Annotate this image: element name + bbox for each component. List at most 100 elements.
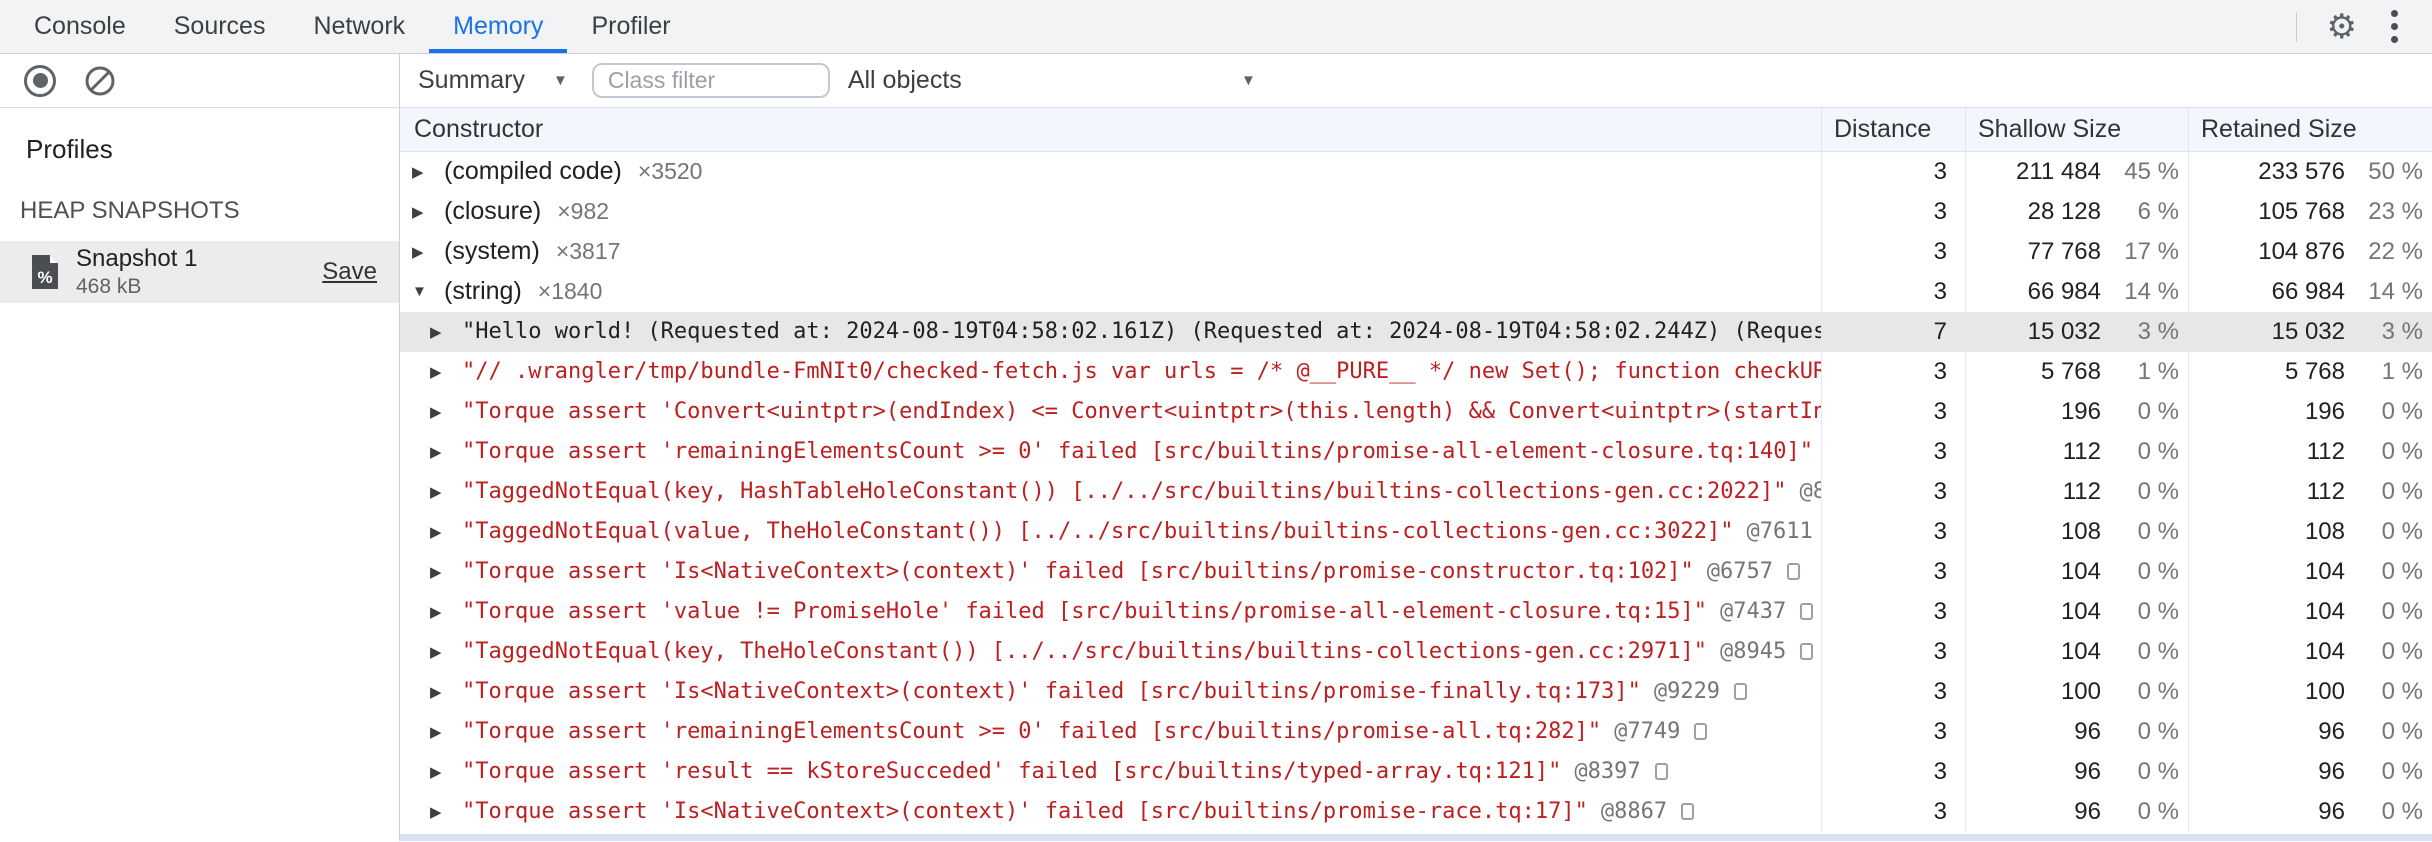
distance-value: 3 — [1933, 157, 1947, 185]
shallow-size-cell: 112 0 % — [1965, 471, 2188, 512]
retainers-splitter[interactable] — [400, 833, 2432, 841]
expander-icon[interactable]: ▶ — [430, 563, 462, 581]
table-row[interactable]: ▶ (system) ×3817 3 77 768 17 % 104 876 2… — [400, 231, 2432, 272]
string-preview: "TaggedNotEqual(value, TheHoleConstant()… — [462, 519, 1734, 545]
table-row[interactable]: ▶ "Hello world! (Requested at: 2024-08-1… — [400, 311, 2432, 352]
table-row[interactable]: ▶ "Torque assert 'remainingElementsCount… — [400, 431, 2432, 472]
expander-icon[interactable]: ▶ — [430, 763, 462, 781]
reveal-object-icon[interactable] — [1681, 803, 1695, 821]
column-header-constructor[interactable]: Constructor — [400, 108, 1821, 151]
retained-size-cell: 112 0 % — [2188, 431, 2432, 472]
table-row[interactable]: ▶ "Torque assert 'Is<NativeContext>(cont… — [400, 551, 2432, 592]
table-row[interactable]: ▶ "Torque assert 'Is<NativeContext>(cont… — [400, 791, 2432, 832]
expander-icon[interactable]: ▶ — [430, 363, 462, 381]
reveal-object-icon[interactable] — [1787, 563, 1801, 581]
expander-icon[interactable]: ▶ — [412, 243, 444, 261]
object-scope-select[interactable]: All objects ▼ — [848, 66, 1256, 95]
table-row[interactable]: ▶ "TaggedNotEqual(key, HashTableHoleCons… — [400, 471, 2432, 512]
retained-size-percent: 0 % — [2381, 757, 2423, 785]
instance-count: ×982 — [557, 198, 610, 225]
shallow-size-value: 77 768 — [2027, 237, 2101, 265]
reveal-object-icon[interactable] — [1734, 683, 1748, 701]
table-row[interactable]: ▶ "TaggedNotEqual(key, TheHoleConstant()… — [400, 631, 2432, 672]
retained-size-value: 112 — [2306, 477, 2345, 505]
distance-value: 3 — [1933, 597, 1947, 625]
distance-cell: 3 — [1821, 271, 1965, 312]
expander-icon[interactable]: ▶ — [430, 403, 462, 421]
shallow-size-cell: 28 128 6 % — [1965, 191, 2188, 232]
expander-icon[interactable]: ▶ — [430, 683, 462, 701]
tab-sources[interactable]: Sources — [150, 0, 290, 53]
expander-icon[interactable]: ▼ — [412, 283, 444, 300]
table-row[interactable]: ▶ "Torque assert 'result == kStoreSucced… — [400, 751, 2432, 792]
retained-size-percent: 0 % — [2381, 797, 2423, 825]
retained-size-cell: 5 768 1 % — [2188, 351, 2432, 392]
table-row[interactable]: ▶ "TaggedNotEqual(value, TheHoleConstant… — [400, 511, 2432, 552]
tab-console[interactable]: Console — [10, 0, 150, 53]
expander-icon[interactable]: ▶ — [412, 203, 444, 221]
string-preview: "Torque assert 'Is<NativeContext>(contex… — [462, 559, 1694, 585]
expander-icon[interactable]: ▶ — [430, 323, 462, 341]
instance-count: ×1840 — [537, 278, 603, 305]
constructor-cell: ▶ "Torque assert 'Convert<uintptr>(endIn… — [400, 392, 1821, 432]
distance-value: 3 — [1933, 437, 1947, 465]
table-row[interactable]: ▶ "Torque assert 'value != PromiseHole' … — [400, 591, 2432, 632]
record-heap-snapshot-icon[interactable] — [24, 64, 56, 97]
constructor-cell: ▶ "Torque assert 'remainingElementsCount… — [400, 432, 1821, 472]
shallow-size-percent: 3 % — [2137, 317, 2179, 345]
class-filter-input[interactable] — [591, 63, 830, 98]
string-preview: "Torque assert 'Is<NativeContext>(contex… — [462, 799, 1588, 825]
table-row[interactable]: ▶ "Torque assert 'Convert<uintptr>(endIn… — [400, 391, 2432, 432]
expander-icon[interactable]: ▶ — [430, 443, 462, 461]
shallow-size-percent: 14 % — [2124, 277, 2179, 305]
shallow-size-percent: 0 % — [2137, 517, 2179, 545]
tab-profiler[interactable]: Profiler — [567, 0, 694, 53]
object-id: @7437 — [1720, 599, 1787, 625]
expander-icon[interactable]: ▶ — [430, 603, 462, 621]
tab-memory[interactable]: Memory — [429, 0, 568, 53]
devtools-tab-bar: Console Sources Network Memory Profiler … — [0, 0, 2432, 54]
reveal-object-icon[interactable] — [1800, 603, 1814, 621]
reveal-object-icon[interactable] — [1694, 723, 1708, 741]
column-header-distance[interactable]: Distance — [1821, 108, 1965, 151]
save-snapshot-link[interactable]: Save — [322, 258, 377, 286]
table-row[interactable]: ▶ "Torque assert 'remainingElementsCount… — [400, 711, 2432, 752]
object-id: @8397 — [1574, 759, 1641, 785]
profiles-toolbar — [0, 54, 400, 107]
profiles-sidebar: Profiles HEAP SNAPSHOTS % Snapshot 1 468… — [0, 108, 400, 841]
retained-size-value: 105 768 — [2258, 197, 2345, 225]
shallow-size-cell: 196 0 % — [1965, 391, 2188, 432]
expander-icon[interactable]: ▶ — [430, 723, 462, 741]
retained-size-percent: 0 % — [2381, 677, 2423, 705]
expander-icon[interactable]: ▶ — [430, 803, 462, 821]
perspective-select[interactable]: Summary ▼ — [418, 66, 568, 95]
expander-icon[interactable]: ▶ — [430, 643, 462, 661]
reveal-object-icon[interactable] — [1654, 763, 1668, 781]
retained-size-cell: 108 0 % — [2188, 511, 2432, 552]
retained-size-cell: 104 876 22 % — [2188, 231, 2432, 272]
reveal-object-icon[interactable] — [1800, 643, 1814, 661]
retained-size-percent: 0 % — [2381, 637, 2423, 665]
expander-icon[interactable]: ▶ — [412, 163, 444, 181]
shallow-size-percent: 45 % — [2124, 157, 2179, 185]
retained-size-value: 104 — [2304, 597, 2345, 625]
shallow-size-percent: 1 % — [2137, 357, 2179, 385]
snapshot-list-item[interactable]: % Snapshot 1 468 kB Save — [0, 241, 399, 303]
table-row[interactable]: ▼ (string) ×1840 3 66 984 14 % 66 984 14… — [400, 271, 2432, 312]
table-row[interactable]: ▶ (closure) ×982 3 28 128 6 % 105 768 23… — [400, 191, 2432, 232]
clear-profiles-icon[interactable] — [84, 65, 116, 97]
expander-icon[interactable]: ▶ — [430, 523, 462, 541]
column-header-retained-size[interactable]: Retained Size — [2188, 108, 2432, 151]
tab-network[interactable]: Network — [289, 0, 429, 53]
retained-size-cell: 233 576 50 % — [2188, 151, 2432, 192]
table-row[interactable]: ▶ "// .wrangler/tmp/bundle-FmNIt0/checke… — [400, 351, 2432, 392]
column-header-shallow-size[interactable]: Shallow Size — [1965, 108, 2188, 151]
more-options-icon[interactable] — [2387, 6, 2402, 47]
shallow-size-cell: 100 0 % — [1965, 671, 2188, 712]
table-row[interactable]: ▶ "Torque assert 'Is<NativeContext>(cont… — [400, 671, 2432, 712]
table-row[interactable]: ▶ (compiled code) ×3520 3 211 484 45 % 2… — [400, 151, 2432, 192]
settings-gear-icon[interactable]: ⚙ — [2327, 10, 2357, 44]
distance-cell: 3 — [1821, 231, 1965, 272]
expander-icon[interactable]: ▶ — [430, 483, 462, 501]
shallow-size-cell: 108 0 % — [1965, 511, 2188, 552]
